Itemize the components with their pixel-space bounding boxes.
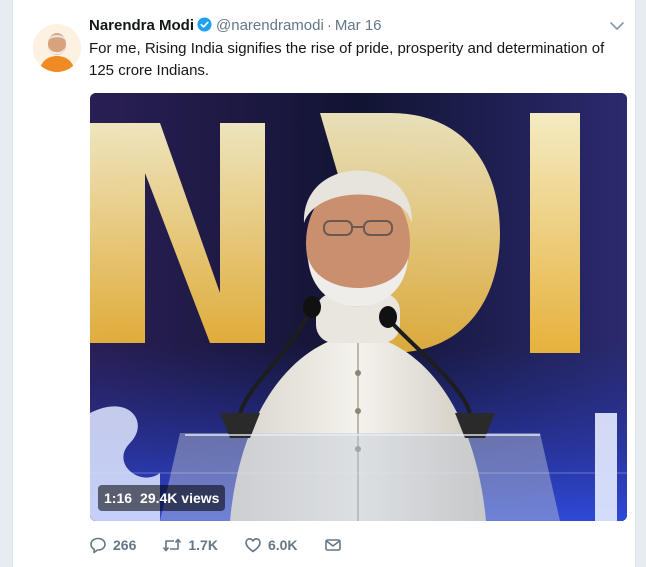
author-avatar[interactable]: [33, 24, 81, 72]
like-icon: [245, 538, 261, 553]
tweet-timestamp[interactable]: Mar 16: [335, 17, 382, 34]
avatar-photo: [33, 24, 81, 72]
like-button[interactable]: 6.0K: [244, 536, 298, 554]
tweet-card[interactable]: Narendra Modi @narendramodi · Mar 16 For me…: [12, 0, 636, 567]
header-separator: ·: [326, 17, 332, 34]
chevron-down-icon[interactable]: [609, 20, 625, 32]
reply-button[interactable]: 266: [89, 536, 136, 554]
page-background-left: [0, 0, 12, 567]
retweet-button[interactable]: 1.7K: [162, 536, 218, 554]
direct-message-button[interactable]: [324, 536, 342, 554]
video-player[interactable]: 1:16 29.4K views: [90, 93, 627, 521]
reply-count: 266: [113, 537, 137, 553]
tweet-actions: 266 1.7K 6.0K: [89, 534, 368, 556]
retweet-count: 1.7K: [188, 537, 218, 553]
verified-badge-icon: [197, 17, 212, 32]
video-info-badge: 1:16 29.4K views: [98, 485, 226, 511]
author-handle[interactable]: @narendramodi: [216, 17, 324, 34]
like-count: 6.0K: [267, 537, 298, 553]
video-thumbnail: [90, 93, 627, 521]
reply-icon: [90, 537, 106, 554]
direct-message-icon: [324, 539, 341, 551]
retweet-icon: [163, 538, 182, 552]
tweet-text: For me, Rising India signifies the rise …: [89, 40, 605, 79]
video-duration: 1:16: [104, 490, 133, 506]
video-view-count: 29.4K views: [140, 490, 220, 506]
author-name[interactable]: Narendra Modi: [89, 17, 194, 34]
tweet-header: Narendra Modi @narendramodi · Mar 16: [89, 16, 382, 36]
